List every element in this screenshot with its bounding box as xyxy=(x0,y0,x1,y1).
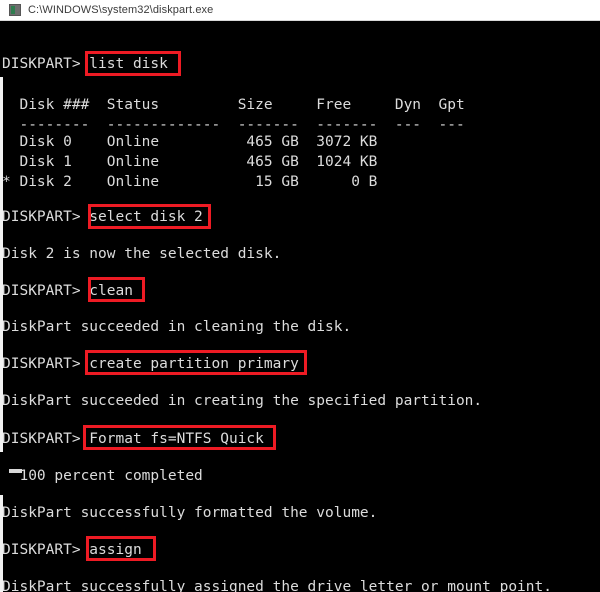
window-title: C:\WINDOWS\system32\diskpart.exe xyxy=(28,4,214,16)
console-line: DISKPART> clean xyxy=(2,283,133,299)
diskpart-console-window: C:\WINDOWS\system32\diskpart.exe DISKPAR… xyxy=(0,0,600,592)
console-line: DISKPART> Format fs=NTFS Quick xyxy=(2,431,264,447)
console-line: Disk 2 is now the selected disk. xyxy=(2,246,282,262)
console-line: DISKPART> list disk xyxy=(2,56,168,72)
console-line: DiskPart succeeded in cleaning the disk. xyxy=(2,319,352,335)
console-line: Disk 1 Online 465 GB 1024 KB xyxy=(2,154,378,170)
console-line: DISKPART> select disk 2 xyxy=(2,209,203,225)
text-cursor xyxy=(9,469,22,473)
console-line: DiskPart successfully assigned the drive… xyxy=(2,579,552,592)
console-line: DiskPart successfully formatted the volu… xyxy=(2,505,378,521)
console-window-icon xyxy=(9,4,21,16)
console-line: 100 percent completed xyxy=(2,468,203,484)
console-line: Disk ### Status Size Free Dyn Gpt xyxy=(2,97,465,113)
console-text-layer: DISKPART> list disk Disk ### Status Size… xyxy=(0,21,600,592)
console-line: DiskPart succeeded in creating the speci… xyxy=(2,393,483,409)
console-line: DISKPART> create partition primary xyxy=(2,356,299,372)
console-line: DISKPART> assign xyxy=(2,542,142,558)
console-line: * Disk 2 Online 15 GB 0 B xyxy=(2,174,378,190)
console-output-area[interactable]: DISKPART> list disk Disk ### Status Size… xyxy=(0,21,600,592)
title-bar[interactable]: C:\WINDOWS\system32\diskpart.exe xyxy=(0,0,600,21)
console-line: Disk 0 Online 465 GB 3072 KB xyxy=(2,134,378,150)
